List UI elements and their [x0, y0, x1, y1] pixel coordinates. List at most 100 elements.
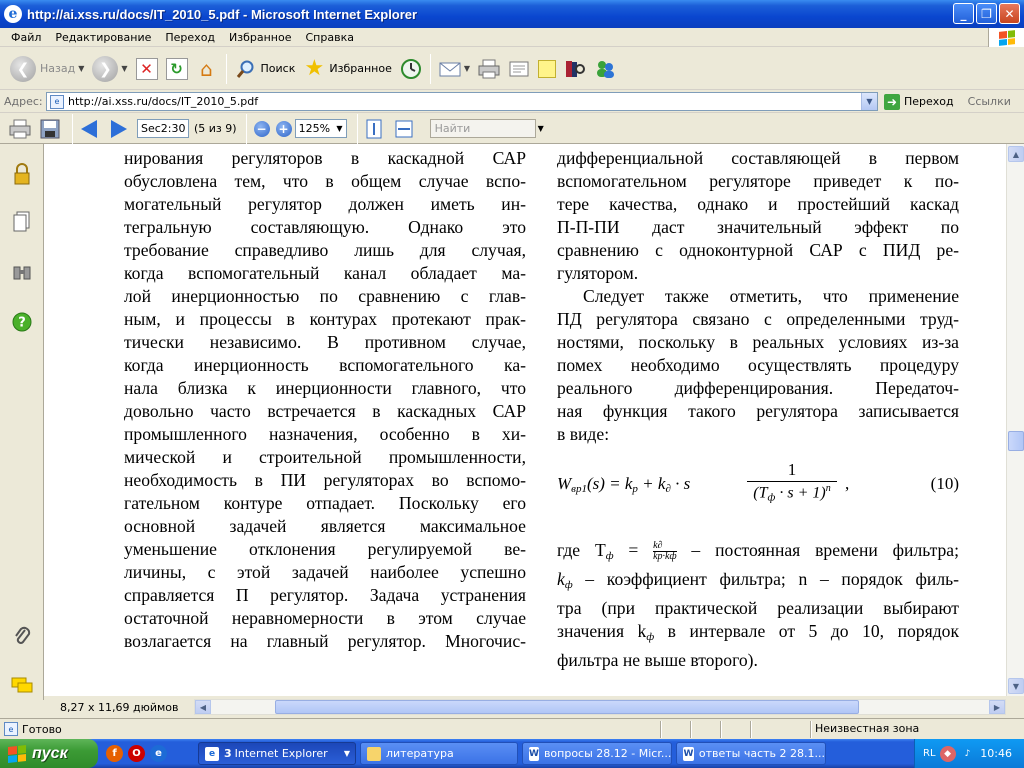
paperclip-icon[interactable] — [10, 624, 34, 648]
stop-button[interactable]: ✕ — [132, 51, 162, 87]
comments-icon[interactable] — [10, 674, 34, 698]
binoculars-icon[interactable] — [10, 260, 34, 284]
windows-logo — [988, 28, 1024, 47]
line2-rest: – коэффициент фильтра; n – порядок филь- — [572, 569, 959, 589]
page-number-input[interactable]: Sec2:30 — [137, 119, 189, 138]
text-line: гулятором. — [557, 263, 639, 283]
k-sub: ф — [646, 631, 655, 643]
find-dropdown-icon[interactable]: ▼ — [538, 124, 544, 133]
firefox-icon[interactable]: f — [106, 745, 123, 762]
find-input[interactable]: Найти — [429, 119, 536, 138]
edit-page-icon — [508, 58, 530, 80]
address-input[interactable]: e http://ai.xss.ru/docs/IT_2010_5.pdf ▼ — [46, 92, 878, 111]
favorites-button[interactable]: ★ Избранное — [299, 51, 395, 87]
horizontal-bar: 8,27 x 11,69 дюймов ◀ ▶ — [44, 696, 1006, 718]
window-controls: _ ❐ ✕ — [953, 3, 1020, 24]
menu-help[interactable]: Справка — [299, 31, 361, 44]
formula-lhs: Wвр1(s) = kp + k∂ · s — [557, 474, 690, 495]
stop-icon: ✕ — [135, 57, 158, 80]
history-button[interactable] — [396, 51, 426, 87]
links-button[interactable]: Ссылки — [968, 95, 1011, 108]
text-line: нала близка к инерционности главного, чт… — [124, 378, 526, 398]
scroll-thumb[interactable] — [1008, 431, 1024, 451]
formula-denominator: (Tф · s + 1)n — [747, 483, 837, 503]
text-line: лой инерционностью по сравнению с глав- — [124, 286, 526, 306]
zoom-value: 125% — [298, 122, 331, 135]
help-icon[interactable]: ? — [10, 310, 34, 334]
back-dropdown-icon[interactable]: ▼ — [78, 64, 84, 73]
task-word-questions[interactable]: W вопросы 28.12 - Micr... — [522, 742, 672, 765]
scroll-up-button[interactable]: ▲ — [1008, 146, 1024, 162]
horizontal-scroll-thumb[interactable] — [275, 700, 859, 714]
pages-icon[interactable] — [10, 210, 34, 234]
forward-button[interactable]: ❯ ▼ — [88, 51, 131, 87]
folder-icon — [367, 746, 381, 761]
speaker-icon[interactable]: ♪ — [960, 746, 976, 762]
vertical-scrollbar[interactable]: ▲ ▼ — [1006, 144, 1024, 696]
language-indicator[interactable]: RL — [923, 748, 936, 759]
save-disk-icon[interactable] — [38, 117, 62, 141]
back-button[interactable]: ❮ Назад ▼ — [6, 51, 88, 87]
task-label: литература — [386, 747, 454, 760]
go-button[interactable]: ➜ Переход — [884, 93, 954, 110]
mail-dropdown-icon[interactable]: ▼ — [464, 64, 470, 73]
research-button[interactable] — [560, 51, 590, 87]
minimize-button[interactable]: _ — [953, 3, 974, 24]
text-line: ным, и процессы в контурах протекают пра… — [124, 309, 526, 329]
menu-edit[interactable]: Редактирование — [48, 31, 158, 44]
fit-width-button[interactable] — [392, 117, 416, 141]
print-button[interactable] — [474, 51, 504, 87]
scroll-down-button[interactable]: ▼ — [1008, 678, 1024, 694]
equals: = — [613, 540, 654, 560]
task-internet-explorer[interactable]: e 3 Internet Explorer ▼ — [198, 742, 356, 765]
menu-file[interactable]: Файл — [4, 31, 48, 44]
text-line: основной задачей является максимальное — [124, 516, 526, 536]
task-folder[interactable]: литература — [360, 742, 518, 765]
text-line: вспомогательном регуляторе приведет к по… — [557, 171, 959, 191]
maximize-button[interactable]: ❐ — [976, 3, 997, 24]
previous-page-button[interactable] — [77, 117, 101, 141]
scroll-right-button[interactable]: ▶ — [989, 700, 1005, 714]
tray-app-icon[interactable]: ◆ — [939, 745, 956, 762]
menu-go[interactable]: Переход — [158, 31, 222, 44]
fit-page-button[interactable] — [362, 117, 386, 141]
text-line: ная функция такого регулятора записывает… — [557, 401, 959, 421]
menu-favorites[interactable]: Избранное — [222, 31, 298, 44]
left-column: нирования регуляторов в каскадной САР об… — [124, 147, 526, 653]
zoom-in-icon[interactable]: + — [275, 120, 292, 137]
status-divider — [690, 721, 692, 738]
refresh-button[interactable]: ↻ — [162, 51, 192, 87]
address-dropdown-icon[interactable]: ▼ — [861, 93, 877, 110]
navigation-panel: ? — [0, 144, 44, 700]
search-button[interactable]: Поиск — [231, 51, 300, 87]
refresh-icon: ↻ — [165, 57, 188, 80]
text-line: дифференциальной составляющей в первом — [557, 148, 959, 168]
text-line: Следует также отметить, что применение — [583, 286, 959, 306]
text-line: нирования регуляторов в каскадной САР — [124, 148, 526, 168]
text-line: где Tф = k∂ kp·kф – постоянная времени фи… — [557, 539, 959, 568]
lock-icon[interactable] — [10, 162, 34, 186]
home-button[interactable]: ⌂ — [192, 51, 222, 87]
discuss-button[interactable] — [534, 51, 560, 87]
horizontal-scrollbar[interactable]: ◀ ▶ — [194, 699, 1006, 715]
research-icon — [564, 58, 586, 80]
next-page-button[interactable] — [107, 117, 131, 141]
close-button[interactable]: ✕ — [999, 3, 1020, 24]
forward-dropdown-icon[interactable]: ▼ — [121, 64, 127, 73]
start-button[interactable]: пуск — [0, 739, 98, 768]
print-icon[interactable] — [8, 117, 32, 141]
zoom-out-icon[interactable]: − — [253, 120, 270, 137]
taskbar: пуск f O e e 3 Internet Explorer ▼ литер… — [0, 739, 1024, 768]
ie-icon[interactable]: e — [150, 745, 167, 762]
ie-icon: e — [4, 5, 22, 23]
messenger-icon — [594, 58, 616, 80]
messenger-button[interactable] — [590, 51, 620, 87]
text-line: обусловлена тем, что в общем случае вспо… — [124, 171, 526, 191]
edit-button[interactable] — [504, 51, 534, 87]
zoom-select[interactable]: 125% ▼ — [294, 119, 347, 138]
mail-button[interactable]: ▼ — [435, 51, 474, 87]
opera-icon[interactable]: O — [128, 745, 145, 762]
task-word-answers[interactable]: W ответы часть 2 28.1... — [676, 742, 826, 765]
task-count: 3 — [224, 747, 232, 760]
scroll-left-button[interactable]: ◀ — [195, 700, 211, 714]
